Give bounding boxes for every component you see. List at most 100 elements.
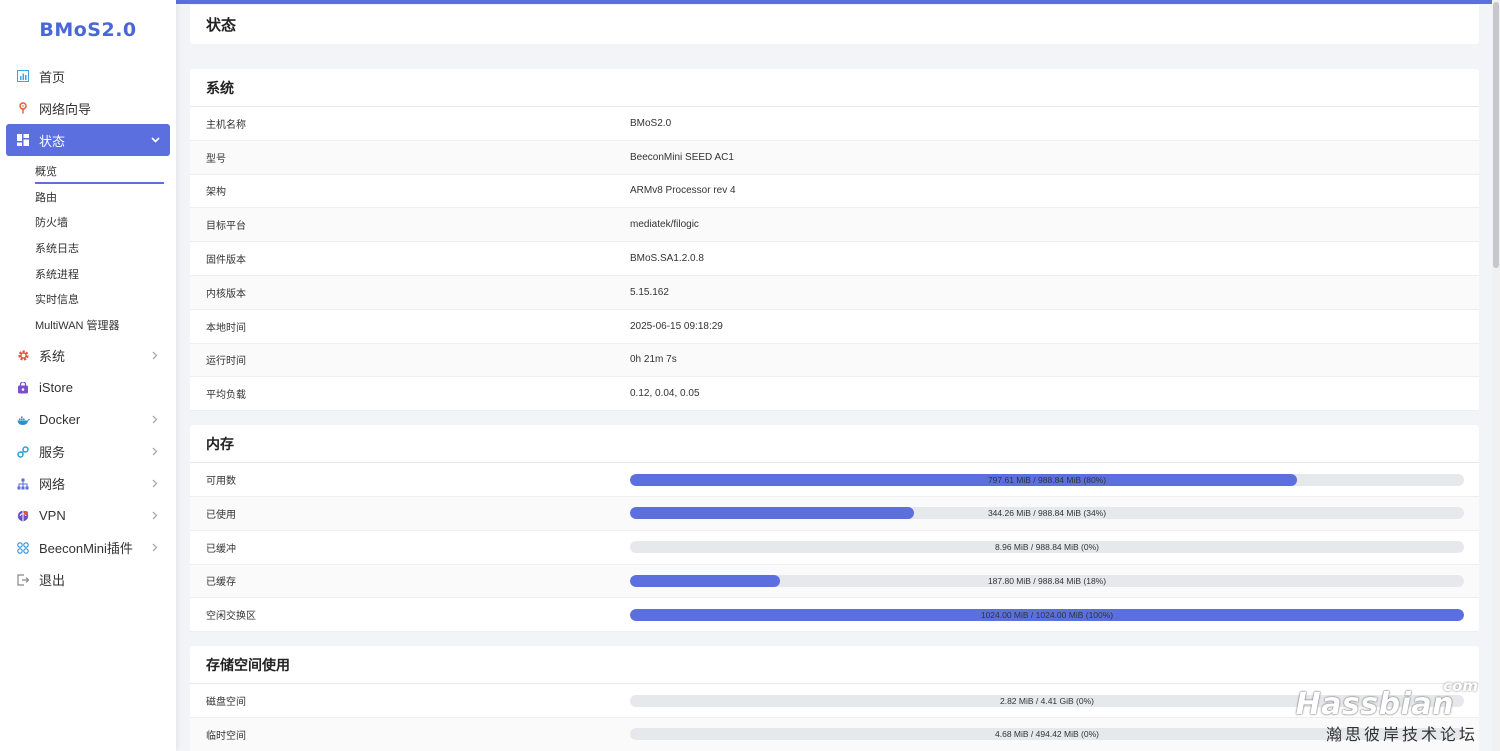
dashboard-icon: [16, 69, 30, 83]
row-label: 临时空间: [206, 730, 246, 742]
system-table: 主机名称 BMoS2.0 型号 BeeconMini SEED AC1 架构 ARMv…: [190, 107, 1479, 412]
memory-panel: 内存 可用数 797.61 MiB / 988.84 MiB (80%) 已使用 3…: [190, 425, 1479, 633]
progress-bar: 797.61 MiB / 988.84 MiB (80%): [630, 473, 1464, 486]
table-row: 本地时间 2025-06-15 09:18:29: [190, 310, 1479, 344]
row-label: 型号: [206, 153, 226, 165]
row-label: 平均负载: [206, 390, 246, 402]
progress-text: 187.80 MiB / 988.84 MiB (18%): [987, 575, 1107, 586]
progress-text: 8.96 MiB / 988.84 MiB (0%): [995, 542, 1099, 553]
sidebar-item-network[interactable]: 网络: [6, 468, 170, 500]
table-row: 已使用 344.26 MiB / 988.84 MiB (34%): [190, 496, 1479, 531]
services-icon: [16, 445, 30, 459]
row-label: 主机名称: [206, 119, 246, 131]
sidebar-item-label: 网络: [39, 477, 66, 493]
progress-bar: 1024.00 MiB / 1024.00 MiB (100%): [630, 608, 1464, 621]
table-row: 目标平台 mediatek/filogic: [190, 208, 1479, 243]
submenu-item-routes[interactable]: 路由: [0, 184, 176, 210]
vpn-icon: [16, 509, 30, 523]
row-label: 固件版本: [206, 255, 246, 267]
sidebar-menu: 首页 网络向导 状态: [0, 60, 176, 156]
submenu-item-processes[interactable]: 系统进程: [0, 261, 176, 287]
submenu-item-syslog[interactable]: 系统日志: [0, 235, 176, 261]
submenu-item-multiwan[interactable]: MultiWAN 管理器: [0, 312, 176, 338]
sidebar-item-label: 网络向导: [39, 101, 92, 117]
sidebar-item-label: VPN: [39, 508, 66, 524]
row-label: 运行时间: [206, 356, 246, 368]
row-label: 内核版本: [206, 288, 246, 300]
submenu-item-firewall[interactable]: 防火墙: [0, 209, 176, 235]
progress-text: 2.82 MiB / 4.41 GiB (0%): [999, 695, 1094, 706]
page-title: 状态: [190, 5, 1479, 44]
row-value: BMoS.SA1.2.0.8: [630, 253, 704, 265]
chevron-right-icon: [148, 445, 162, 459]
submenu-item-realtime[interactable]: 实时信息: [0, 286, 176, 312]
grid-icon: [16, 133, 30, 147]
row-label: 已缓存: [206, 577, 236, 589]
sidebar: BMoS2.0 首页 网络向导 状态 概览 路由 防火墙 系统日志 系统进程 实…: [0, 0, 176, 751]
row-value: 0.12, 0.04, 0.05: [630, 388, 700, 400]
progress-text: 1024.00 MiB / 1024.00 MiB (100%): [980, 609, 1114, 620]
panel-title: 存储空间使用: [190, 646, 1479, 685]
sidebar-menu-lower: 系统 iStore Docker 服务 网络 VPN BeeconMini插件 …: [0, 340, 176, 596]
plugins-icon: [16, 541, 30, 555]
sidebar-item-services[interactable]: 服务: [6, 436, 170, 468]
sidebar-item-label: 首页: [39, 69, 66, 85]
page-scrollbar[interactable]: [1492, 0, 1500, 751]
chevron-right-icon: [148, 349, 162, 363]
row-label: 目标平台: [206, 221, 246, 233]
table-row: 主机名称 BMoS2.0: [190, 107, 1479, 141]
sidebar-item-label: iStore: [39, 380, 73, 396]
table-row: 运行时间 0h 21m 7s: [190, 343, 1479, 378]
sidebar-item-home[interactable]: 首页: [6, 60, 170, 92]
submenu-item-overview[interactable]: 概览: [0, 158, 176, 184]
table-row: 型号 BeeconMini SEED AC1: [190, 140, 1479, 175]
progress-text: 4.68 MiB / 494.42 MiB (0%): [995, 729, 1099, 740]
status-submenu: 概览 路由 防火墙 系统日志 系统进程 实时信息 MultiWAN 管理器: [0, 156, 176, 340]
sidebar-item-label: 系统: [39, 349, 66, 365]
row-value: mediatek/filogic: [630, 219, 699, 231]
table-row: 平均负载 0.12, 0.04, 0.05: [190, 377, 1479, 412]
row-label: 本地时间: [206, 322, 246, 334]
brand-logo[interactable]: BMoS2.0: [0, 0, 176, 60]
system-panel: 系统 主机名称 BMoS2.0 型号 BeeconMini SEED AC1 架构 A…: [190, 69, 1479, 412]
sidebar-item-docker[interactable]: Docker: [6, 404, 170, 436]
sidebar-item-label: 服务: [39, 445, 66, 461]
table-row: 架构 ARMv8 Processor rev 4: [190, 175, 1479, 209]
sidebar-item-label: Docker: [39, 412, 81, 428]
progress-bar: 4.68 MiB / 494.42 MiB (0%): [630, 728, 1464, 741]
progress-text: 344.26 MiB / 988.84 MiB (34%): [987, 508, 1107, 519]
row-value: BMoS2.0: [630, 117, 672, 129]
sidebar-item-vpn[interactable]: VPN: [6, 500, 170, 532]
progress-bar: 8.96 MiB / 988.84 MiB (0%): [630, 541, 1464, 554]
memory-table: 可用数 797.61 MiB / 988.84 MiB (80%) 已使用 344.…: [190, 463, 1479, 633]
sidebar-item-label: BeeconMini插件: [39, 541, 133, 557]
table-row: 已缓冲 8.96 MiB / 988.84 MiB (0%): [190, 531, 1479, 565]
row-value: 2025-06-15 09:18:29: [630, 320, 723, 332]
panel-title: 内存: [190, 425, 1479, 464]
row-label: 架构: [206, 187, 226, 199]
storage-table: 磁盘空间 2.82 MiB / 4.41 GiB (0%) 临时空间 4.68 Mi…: [190, 684, 1479, 751]
docker-icon: [16, 413, 30, 427]
gear-icon: [16, 349, 30, 363]
table-row: 内核版本 5.15.162: [190, 275, 1479, 310]
sidebar-item-logout[interactable]: 退出: [6, 564, 170, 596]
scrollbar-thumb[interactable]: [1493, 2, 1499, 268]
storage-panel: 存储空间使用 磁盘空间 2.82 MiB / 4.41 GiB (0%) 临时空间…: [190, 646, 1479, 751]
table-row: 磁盘空间 2.82 MiB / 4.41 GiB (0%): [190, 684, 1479, 718]
chevron-right-icon: [148, 413, 162, 427]
sidebar-item-status[interactable]: 状态: [6, 124, 170, 156]
sidebar-item-system[interactable]: 系统: [6, 340, 170, 372]
chevron-right-icon: [148, 541, 162, 555]
sidebar-item-plugins[interactable]: BeeconMini插件: [6, 532, 170, 564]
row-value: BeeconMini SEED AC1: [630, 151, 734, 163]
table-row: 空闲交换区 1024.00 MiB / 1024.00 MiB (100%): [190, 598, 1479, 633]
row-label: 空闲交换区: [206, 611, 256, 623]
row-label: 磁盘空间: [206, 697, 246, 709]
chevron-right-icon: [148, 477, 162, 491]
sidebar-item-label: 状态: [39, 133, 66, 149]
panel-title: 系统: [190, 69, 1479, 107]
row-value: 5.15.162: [630, 286, 669, 298]
table-row: 可用数 797.61 MiB / 988.84 MiB (80%): [190, 463, 1479, 497]
sidebar-item-istore[interactable]: iStore: [6, 372, 170, 404]
sidebar-item-wizard[interactable]: 网络向导: [6, 92, 170, 124]
